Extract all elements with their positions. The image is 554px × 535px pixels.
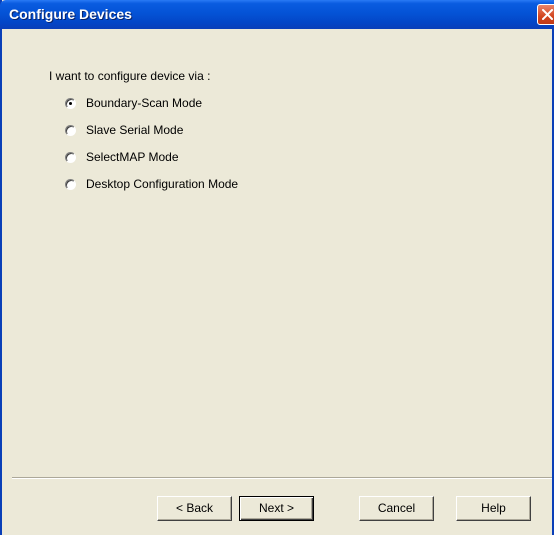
- option-slave-serial[interactable]: Slave Serial Mode: [65, 122, 183, 138]
- option-desktop-configuration[interactable]: Desktop Configuration Mode: [65, 176, 238, 192]
- title-bar[interactable]: Configure Devices: [0, 0, 554, 29]
- radio-button[interactable]: [65, 124, 76, 136]
- configure-prompt-label: I want to configure device via :: [49, 69, 211, 83]
- back-button[interactable]: < Back: [157, 496, 232, 521]
- close-icon: [542, 9, 553, 20]
- option-selectmap[interactable]: SelectMAP Mode: [65, 149, 179, 165]
- window-title: Configure Devices: [9, 6, 132, 22]
- close-button[interactable]: [537, 4, 554, 25]
- option-boundary-scan[interactable]: Boundary-Scan Mode: [65, 95, 202, 111]
- option-label[interactable]: SelectMAP Mode: [86, 150, 179, 164]
- cancel-button[interactable]: Cancel: [359, 496, 434, 521]
- radio-button[interactable]: [65, 151, 76, 163]
- option-label[interactable]: Desktop Configuration Mode: [86, 177, 238, 191]
- next-button[interactable]: Next >: [239, 496, 314, 521]
- radio-button[interactable]: [65, 178, 76, 190]
- radio-button[interactable]: [65, 97, 76, 109]
- option-label[interactable]: Slave Serial Mode: [86, 123, 183, 137]
- option-label[interactable]: Boundary-Scan Mode: [86, 96, 202, 110]
- help-button[interactable]: Help: [456, 496, 531, 521]
- configure-devices-dialog: Configure Devices I want to configure de…: [0, 0, 554, 535]
- radio-selected-dot: [69, 101, 72, 105]
- button-divider: [12, 477, 552, 479]
